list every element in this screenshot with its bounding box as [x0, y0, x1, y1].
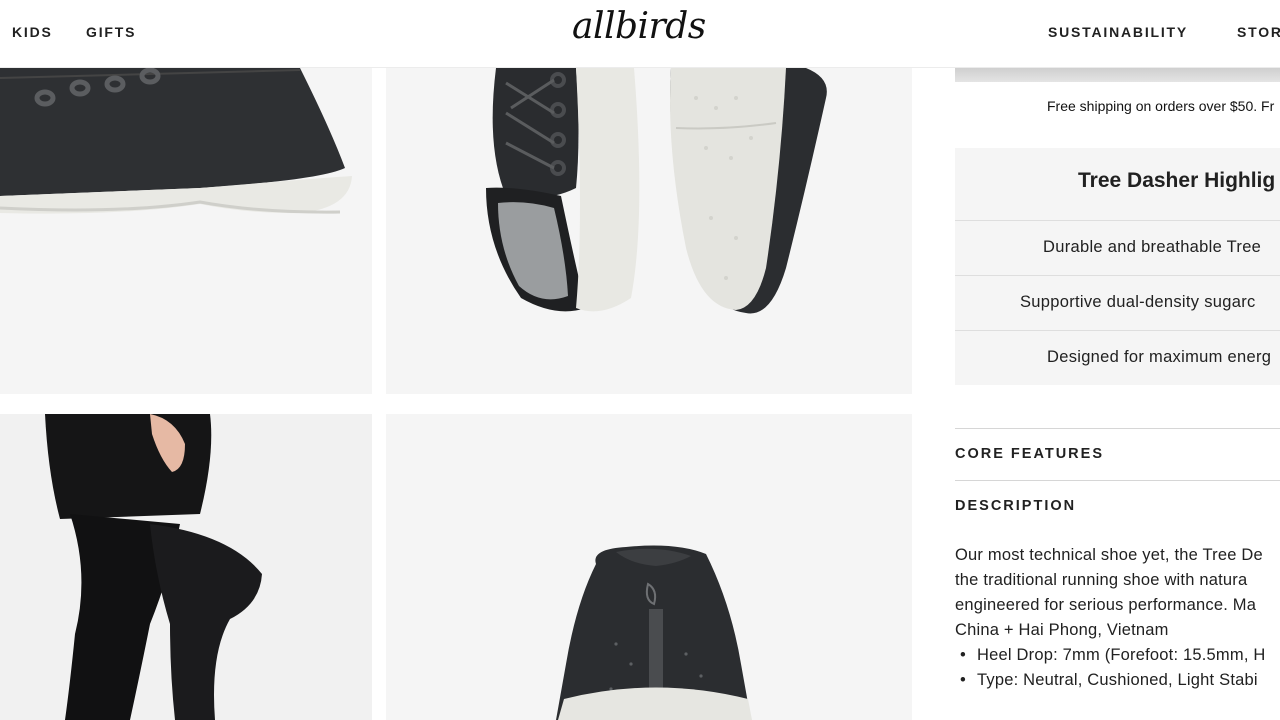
gallery-image-shoe-side[interactable] — [0, 68, 372, 394]
runner-image — [45, 414, 262, 720]
spec-item: Heel Drop: 7mm (Forefoot: 15.5mm, H — [955, 643, 1280, 668]
highlight-text: Supportive dual-density sugarc — [1020, 293, 1256, 311]
highlight-row: Supportive dual-density sugarc — [955, 275, 1280, 330]
nav-stores[interactable]: STOR — [1237, 24, 1280, 40]
core-features-accordion[interactable]: CORE FEATURES — [955, 446, 1104, 462]
gallery-image-shoe-pair[interactable] — [386, 68, 912, 394]
highlight-row: Durable and breathable Tree — [955, 220, 1280, 275]
description-line: Our most technical shoe yet, the Tree De — [955, 546, 1263, 564]
allbirds-logo[interactable]: allbirds — [572, 6, 706, 47]
shoe-side-image — [0, 68, 352, 214]
gallery-image-shoe-heel[interactable] — [386, 414, 912, 720]
highlight-text: Designed for maximum energ — [1047, 348, 1272, 366]
spec-item: Type: Neutral, Cushioned, Light Stabi — [955, 668, 1280, 693]
description-line: China + Hai Phong, Vietnam — [955, 621, 1169, 639]
nav-kids[interactable]: KIDS — [12, 24, 53, 40]
shipping-note: Free shipping on orders over $50. Fr — [1047, 98, 1275, 114]
description-line: the traditional running shoe with natura — [955, 571, 1248, 589]
nav-gifts[interactable]: GIFTS — [86, 24, 136, 40]
site-header: KIDS GIFTS allbirds SUSTAINABILITY STOR — [0, 0, 1280, 68]
description-accordion[interactable]: DESCRIPTION — [955, 498, 1076, 514]
highlight-row: Designed for maximum energ — [955, 330, 1280, 385]
divider — [955, 480, 1280, 481]
product-image-edge — [955, 68, 1280, 82]
spec-list: Heel Drop: 7mm (Forefoot: 15.5mm, H Type… — [955, 643, 1280, 693]
shoe-heel-image — [556, 545, 752, 720]
highlights-panel: Tree Dasher Highlig Durable and breathab… — [955, 148, 1280, 385]
highlights-title: Tree Dasher Highlig — [1078, 169, 1276, 192]
highlight-text: Durable and breathable Tree — [1043, 238, 1262, 256]
divider — [955, 428, 1280, 429]
product-description: Our most technical shoe yet, the Tree De… — [955, 543, 1280, 643]
gallery-image-runner[interactable] — [0, 414, 372, 720]
nav-sustainability[interactable]: SUSTAINABILITY — [1048, 24, 1188, 40]
description-line: engineered for serious performance. Ma — [955, 596, 1257, 614]
shoe-pair-image — [486, 68, 827, 314]
